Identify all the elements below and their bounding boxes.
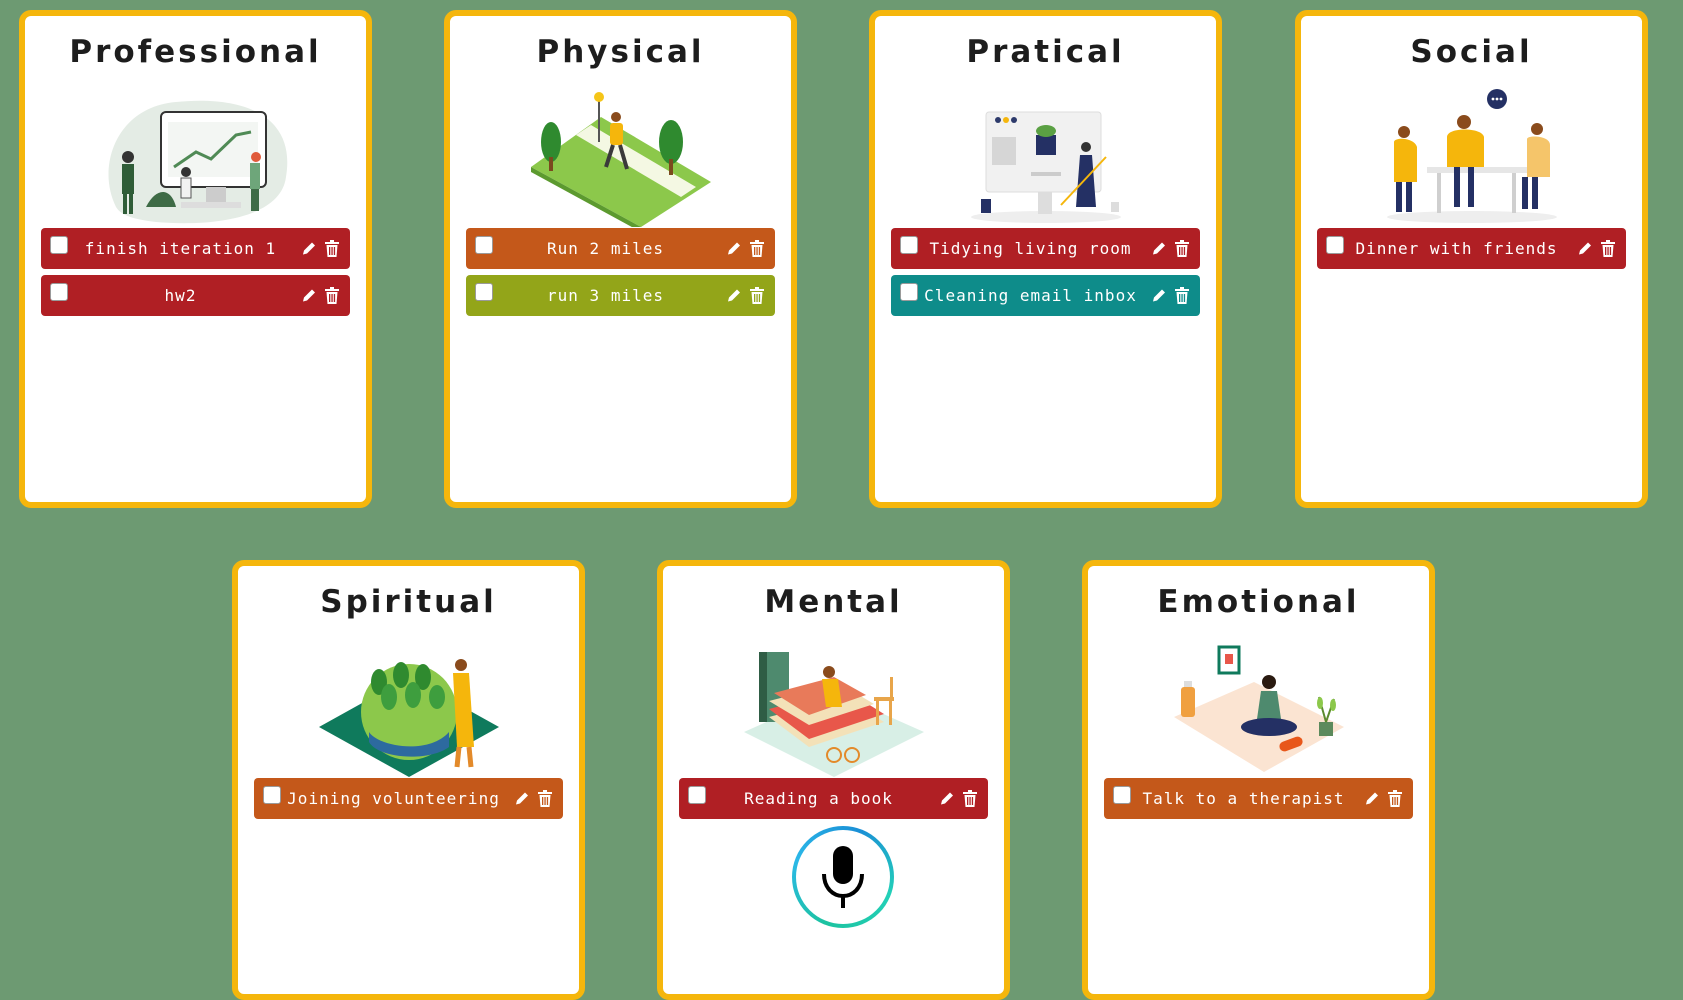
task-list: Talk to a therapist [1104,778,1413,825]
task-checkbox[interactable] [475,236,493,254]
task-item[interactable]: Tidying living room [891,228,1200,269]
presentation-chart-illustration [108,100,287,224]
task-item[interactable]: Run 2 miles [466,228,775,269]
task-item[interactable]: hw2 [41,275,350,316]
card-emotional: Emotional Talk to a therapist [1082,560,1435,1000]
running-park-illustration [530,92,711,227]
pencil-icon[interactable] [1151,240,1167,257]
task-checkbox[interactable] [688,786,706,804]
card-title: Pratical [966,34,1125,70]
task-list: Run 2 miles run 3 miles [466,228,775,322]
task-list: Dinner with friends [1317,228,1626,275]
pencil-icon[interactable] [1577,240,1593,257]
task-checkbox[interactable] [50,283,68,301]
card-mental: Mental Reading a book [657,560,1010,1000]
task-checkbox[interactable] [900,236,918,254]
card-title: Spiritual [320,584,497,620]
pencil-icon[interactable] [1151,287,1167,304]
trash-icon[interactable] [324,240,340,257]
pencil-icon[interactable] [301,287,317,304]
microphone-icon [822,846,864,908]
trash-icon[interactable] [1387,790,1403,807]
cleaning-desk-illustration [970,111,1121,223]
pencil-icon[interactable] [1364,790,1380,807]
trash-icon[interactable] [324,287,340,304]
task-item[interactable]: Cleaning email inbox [891,275,1200,316]
planet-trees-illustration [318,659,499,777]
task-list: Joining volunteering [254,778,563,825]
task-item[interactable]: Dinner with friends [1317,228,1626,269]
card-social: Social Dinner with friends [1295,10,1648,508]
pencil-icon[interactable] [301,240,317,257]
task-checkbox[interactable] [1326,236,1344,254]
card-title: Mental [764,584,903,620]
pencil-icon[interactable] [726,240,742,257]
card-pratical: Pratical Tidying living room Cleaning em… [869,10,1222,508]
reading-books-illustration [743,652,924,777]
task-list: finish iteration 1 hw2 [41,228,350,322]
card-title: Emotional [1157,584,1360,620]
friends-meeting-illustration [1386,89,1557,223]
pencil-icon[interactable] [514,790,530,807]
task-list: Tidying living room Cleaning email inbox [891,228,1200,322]
card-spiritual: Spiritual Joining volunteering [232,560,585,1000]
voice-input-button[interactable] [792,826,894,928]
task-item[interactable]: Joining volunteering [254,778,563,819]
task-checkbox[interactable] [900,283,918,301]
card-title: Professional [69,34,322,70]
task-list: Reading a book [679,778,988,825]
card-professional: Professional finish iteration 1 hw2 [19,10,372,508]
card-title: Social [1410,34,1533,70]
meditation-illustration [1173,645,1344,772]
trash-icon[interactable] [962,790,978,807]
card-physical: Physical Run 2 miles run 3 miles [444,10,797,508]
trash-icon[interactable] [749,287,765,304]
voice-input-inner [796,830,890,924]
task-checkbox[interactable] [1113,786,1131,804]
pencil-icon[interactable] [726,287,742,304]
task-checkbox[interactable] [475,283,493,301]
trash-icon[interactable] [1174,240,1190,257]
trash-icon[interactable] [537,790,553,807]
pencil-icon[interactable] [939,790,955,807]
card-title: Physical [536,34,705,70]
trash-icon[interactable] [749,240,765,257]
trash-icon[interactable] [1600,240,1616,257]
task-item[interactable]: Reading a book [679,778,988,819]
task-checkbox[interactable] [50,236,68,254]
task-item[interactable]: run 3 miles [466,275,775,316]
task-item[interactable]: finish iteration 1 [41,228,350,269]
task-item[interactable]: Talk to a therapist [1104,778,1413,819]
trash-icon[interactable] [1174,287,1190,304]
task-checkbox[interactable] [263,786,281,804]
